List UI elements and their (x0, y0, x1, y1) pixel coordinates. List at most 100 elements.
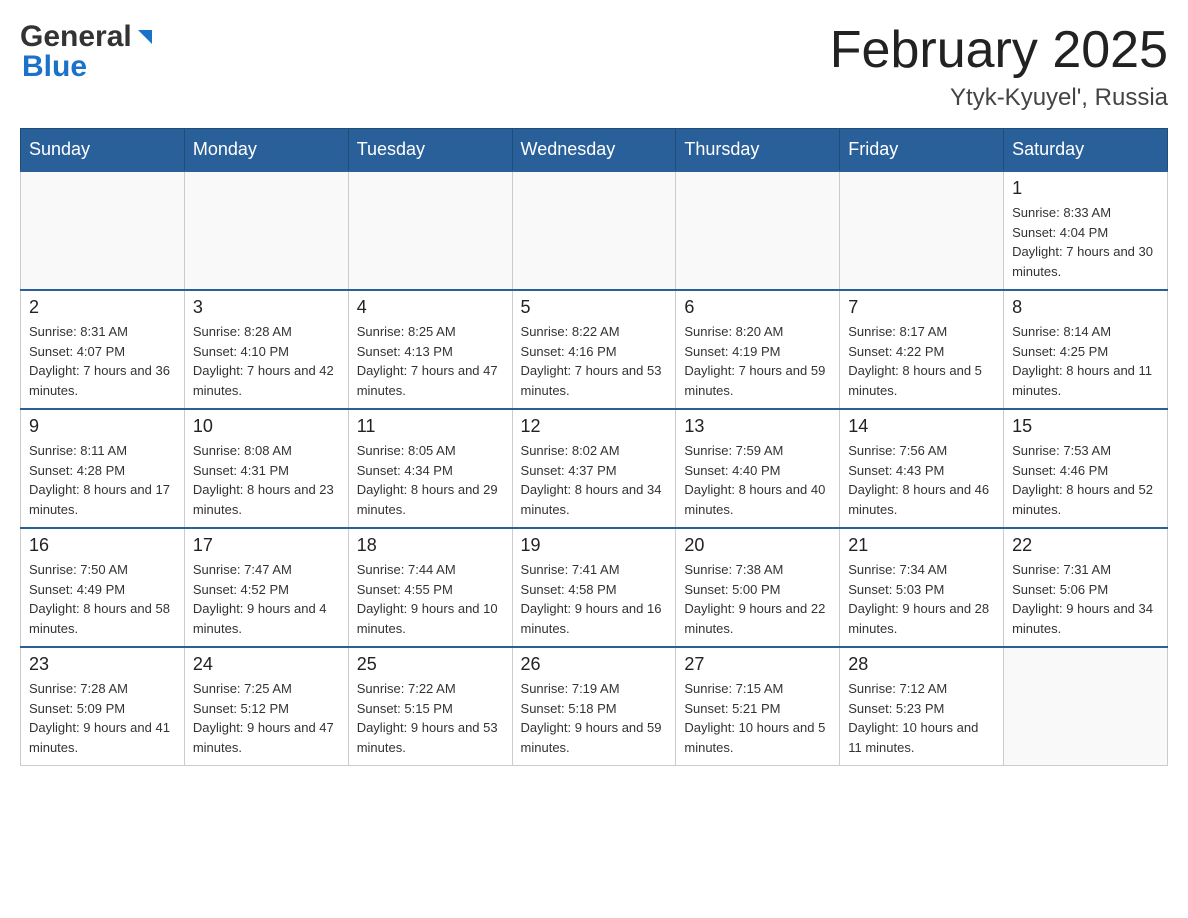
day-info: Sunrise: 8:17 AMSunset: 4:22 PMDaylight:… (848, 322, 995, 400)
calendar-week-row: 2 Sunrise: 8:31 AMSunset: 4:07 PMDaylight… (21, 290, 1168, 409)
day-info: Sunrise: 7:50 AMSunset: 4:49 PMDaylight:… (29, 560, 176, 638)
table-row: 6 Sunrise: 8:20 AMSunset: 4:19 PMDaylight… (676, 290, 840, 409)
day-info: Sunrise: 8:14 AMSunset: 4:25 PMDaylight:… (1012, 322, 1159, 400)
table-row: 12Sunrise: 8:02 AMSunset: 4:37 PMDayligh… (512, 409, 676, 528)
day-number: 2 (29, 297, 176, 318)
day-number: 28 (848, 654, 995, 675)
day-info: Sunrise: 7:28 AMSunset: 5:09 PMDaylight:… (29, 679, 176, 757)
day-info: Sunrise: 7:47 AMSunset: 4:52 PMDaylight:… (193, 560, 340, 638)
table-row: 7 Sunrise: 8:17 AMSunset: 4:22 PMDaylight… (840, 290, 1004, 409)
table-row: 26 Sunrise: 7:19 AMSunset: 5:18 PMDayligh… (512, 647, 676, 766)
table-row: 1 Sunrise: 8:33 AMSunset: 4:04 PMDaylight… (1004, 171, 1168, 290)
table-row: 13 Sunrise: 7:59 AMSunset: 4:40 PMDayligh… (676, 409, 840, 528)
day-number: 12 (521, 416, 668, 437)
day-info: Sunrise: 7:34 AMSunset: 5:03 PMDaylight:… (848, 560, 995, 638)
day-number: 13 (684, 416, 831, 437)
table-row (840, 171, 1004, 290)
calendar-week-row: 1 Sunrise: 8:33 AMSunset: 4:04 PMDaylight… (21, 171, 1168, 290)
table-row: 18Sunrise: 7:44 AMSunset: 4:55 PMDayligh… (348, 528, 512, 647)
day-info: Sunrise: 7:19 AMSunset: 5:18 PMDaylight:… (521, 679, 668, 757)
table-row: 25 Sunrise: 7:22 AMSunset: 5:15 PMDayligh… (348, 647, 512, 766)
day-info: Sunrise: 7:31 AMSunset: 5:06 PMDaylight:… (1012, 560, 1159, 638)
table-row: 4 Sunrise: 8:25 AMSunset: 4:13 PMDaylight… (348, 290, 512, 409)
day-number: 24 (193, 654, 340, 675)
day-info: Sunrise: 7:41 AMSunset: 4:58 PMDaylight:… (521, 560, 668, 638)
day-number: 19 (521, 535, 668, 556)
col-saturday: Saturday (1004, 129, 1168, 172)
table-row: 16 Sunrise: 7:50 AMSunset: 4:49 PMDayligh… (21, 528, 185, 647)
day-info: Sunrise: 7:12 AMSunset: 5:23 PMDaylight:… (848, 679, 995, 757)
table-row: 11Sunrise: 8:05 AMSunset: 4:34 PMDayligh… (348, 409, 512, 528)
day-info: Sunrise: 8:11 AMSunset: 4:28 PMDaylight:… (29, 441, 176, 519)
day-number: 14 (848, 416, 995, 437)
day-info: Sunrise: 8:08 AMSunset: 4:31 PMDaylight:… (193, 441, 340, 519)
day-number: 6 (684, 297, 831, 318)
day-number: 20 (684, 535, 831, 556)
day-number: 22 (1012, 535, 1159, 556)
table-row: 3Sunrise: 8:28 AMSunset: 4:10 PMDaylight… (184, 290, 348, 409)
table-row: 2 Sunrise: 8:31 AMSunset: 4:07 PMDaylight… (21, 290, 185, 409)
logo-blue: Blue (22, 50, 87, 84)
table-row (512, 171, 676, 290)
day-number: 7 (848, 297, 995, 318)
table-row: 14Sunrise: 7:56 AMSunset: 4:43 PMDayligh… (840, 409, 1004, 528)
day-number: 4 (357, 297, 504, 318)
col-wednesday: Wednesday (512, 129, 676, 172)
col-tuesday: Tuesday (348, 129, 512, 172)
logo: General Blue (20, 20, 156, 84)
table-row (21, 171, 185, 290)
col-sunday: Sunday (21, 129, 185, 172)
day-number: 8 (1012, 297, 1159, 318)
day-number: 1 (1012, 178, 1159, 199)
table-row: 20Sunrise: 7:38 AMSunset: 5:00 PMDayligh… (676, 528, 840, 647)
day-info: Sunrise: 7:59 AMSunset: 4:40 PMDaylight:… (684, 441, 831, 519)
calendar-table: Sunday Monday Tuesday Wednesday Thursday… (20, 128, 1168, 766)
calendar-week-row: 16 Sunrise: 7:50 AMSunset: 4:49 PMDayligh… (21, 528, 1168, 647)
table-row (1004, 647, 1168, 766)
logo-triangle-icon (134, 26, 156, 48)
day-number: 5 (521, 297, 668, 318)
day-info: Sunrise: 7:44 AMSunset: 4:55 PMDaylight:… (357, 560, 504, 638)
day-number: 25 (357, 654, 504, 675)
table-row: 9 Sunrise: 8:11 AMSunset: 4:28 PMDaylight… (21, 409, 185, 528)
page-header: General Blue February 2025 Ytyk-Kyuyel',… (20, 20, 1168, 112)
table-row: 24 Sunrise: 7:25 AMSunset: 5:12 PMDayligh… (184, 647, 348, 766)
day-number: 27 (684, 654, 831, 675)
calendar-week-row: 23Sunrise: 7:28 AMSunset: 5:09 PMDayligh… (21, 647, 1168, 766)
table-row: 10Sunrise: 8:08 AMSunset: 4:31 PMDayligh… (184, 409, 348, 528)
table-row: 28 Sunrise: 7:12 AMSunset: 5:23 PMDayligh… (840, 647, 1004, 766)
col-thursday: Thursday (676, 129, 840, 172)
day-info: Sunrise: 7:25 AMSunset: 5:12 PMDaylight:… (193, 679, 340, 757)
title-section: February 2025 Ytyk-Kyuyel', Russia (830, 20, 1168, 112)
col-monday: Monday (184, 129, 348, 172)
table-row: 21 Sunrise: 7:34 AMSunset: 5:03 PMDayligh… (840, 528, 1004, 647)
day-info: Sunrise: 8:22 AMSunset: 4:16 PMDaylight:… (521, 322, 668, 400)
table-row: 23Sunrise: 7:28 AMSunset: 5:09 PMDayligh… (21, 647, 185, 766)
day-info: Sunrise: 7:22 AMSunset: 5:15 PMDaylight:… (357, 679, 504, 757)
table-row: 5 Sunrise: 8:22 AMSunset: 4:16 PMDaylight… (512, 290, 676, 409)
day-number: 9 (29, 416, 176, 437)
day-number: 16 (29, 535, 176, 556)
day-info: Sunrise: 7:15 AMSunset: 5:21 PMDaylight:… (684, 679, 831, 757)
day-info: Sunrise: 7:53 AMSunset: 4:46 PMDaylight:… (1012, 441, 1159, 519)
table-row (184, 171, 348, 290)
day-number: 26 (521, 654, 668, 675)
table-row (676, 171, 840, 290)
day-info: Sunrise: 8:33 AMSunset: 4:04 PMDaylight:… (1012, 203, 1159, 281)
table-row: 19 Sunrise: 7:41 AMSunset: 4:58 PMDayligh… (512, 528, 676, 647)
table-row: 8 Sunrise: 8:14 AMSunset: 4:25 PMDaylight… (1004, 290, 1168, 409)
calendar-week-row: 9 Sunrise: 8:11 AMSunset: 4:28 PMDaylight… (21, 409, 1168, 528)
table-row (348, 171, 512, 290)
calendar-header-row: Sunday Monday Tuesday Wednesday Thursday… (21, 129, 1168, 172)
table-row: 15 Sunrise: 7:53 AMSunset: 4:46 PMDayligh… (1004, 409, 1168, 528)
day-info: Sunrise: 8:28 AMSunset: 4:10 PMDaylight:… (193, 322, 340, 400)
table-row: 17Sunrise: 7:47 AMSunset: 4:52 PMDayligh… (184, 528, 348, 647)
col-friday: Friday (840, 129, 1004, 172)
day-info: Sunrise: 8:31 AMSunset: 4:07 PMDaylight:… (29, 322, 176, 400)
day-info: Sunrise: 8:20 AMSunset: 4:19 PMDaylight:… (684, 322, 831, 400)
day-number: 21 (848, 535, 995, 556)
calendar-subtitle: Ytyk-Kyuyel', Russia (830, 84, 1168, 112)
day-info: Sunrise: 8:25 AMSunset: 4:13 PMDaylight:… (357, 322, 504, 400)
logo-general: General (20, 20, 132, 54)
day-number: 15 (1012, 416, 1159, 437)
